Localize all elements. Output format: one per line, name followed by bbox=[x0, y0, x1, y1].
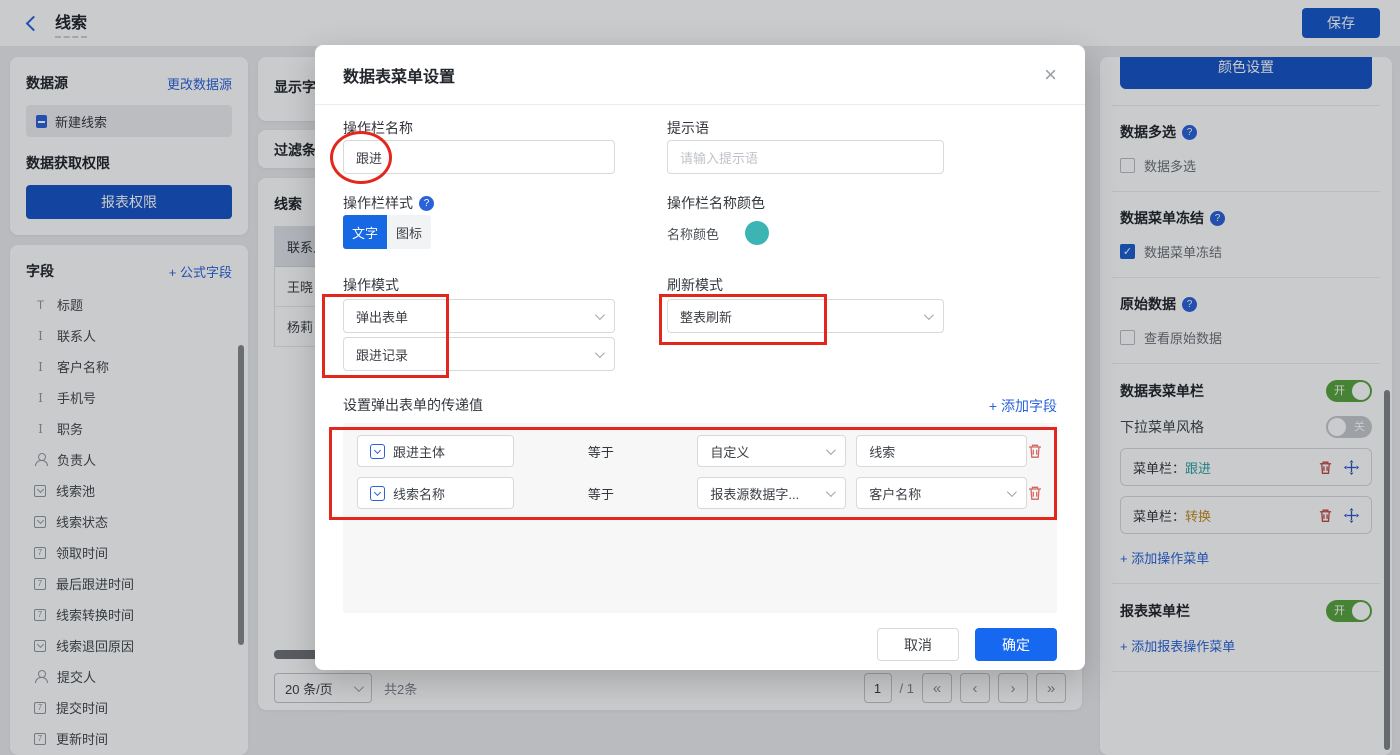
add-field-link[interactable]: + 添加字段 bbox=[989, 396, 1057, 416]
close-icon[interactable]: × bbox=[1044, 64, 1057, 86]
tip-label: 提示语 bbox=[667, 118, 709, 138]
style-icon-button[interactable]: 图标 bbox=[387, 215, 431, 249]
pass-value-row: 线索名称 等于 报表源数据字... 客户名称 bbox=[357, 477, 1043, 509]
action-name-label: 操作栏名称 bbox=[343, 118, 413, 138]
pass-field-value: 线索名称 bbox=[393, 484, 445, 503]
pass-value-text: 客户名称 bbox=[869, 484, 921, 503]
chevron-down-icon bbox=[1007, 487, 1017, 497]
pass-values-panel: 跟进主体 等于 自定义 线索 线索名称 等于 报表源数据字... 客 bbox=[343, 423, 1057, 613]
confirm-button[interactable]: 确定 bbox=[975, 628, 1057, 661]
pass-value-input[interactable]: 线索 bbox=[856, 435, 1027, 467]
style-text-button[interactable]: 文字 bbox=[343, 215, 387, 249]
op-mode-form-select[interactable]: 跟进记录 bbox=[343, 337, 615, 371]
source-type-value: 自定义 bbox=[710, 442, 749, 461]
refresh-mode-select[interactable]: 整表刷新 bbox=[667, 299, 944, 333]
source-type-select[interactable]: 自定义 bbox=[697, 435, 846, 467]
color-label: 操作栏名称颜色 bbox=[667, 193, 765, 213]
tip-placeholder: 请输入提示语 bbox=[680, 148, 758, 167]
name-color-row: 名称颜色 bbox=[667, 221, 769, 245]
source-type-value: 报表源数据字... bbox=[710, 484, 799, 503]
color-name-label: 名称颜色 bbox=[667, 224, 719, 243]
table-menu-settings-modal: 数据表菜单设置 × 操作栏名称 跟进 提示语 请输入提示语 操作栏样式 文字 图… bbox=[315, 45, 1085, 670]
trash-icon[interactable] bbox=[1027, 485, 1043, 501]
select-field-icon bbox=[370, 486, 385, 501]
action-name-input[interactable]: 跟进 bbox=[343, 140, 615, 174]
style-label: 操作栏样式 bbox=[343, 193, 413, 213]
op-mode-value: 弹出表单 bbox=[356, 307, 408, 326]
style-segmented-control: 文字 图标 bbox=[343, 215, 431, 249]
select-field-icon bbox=[370, 444, 385, 459]
help-icon[interactable] bbox=[419, 196, 434, 211]
chevron-down-icon bbox=[826, 487, 836, 497]
refresh-mode-label: 刷新模式 bbox=[667, 275, 723, 295]
color-swatch[interactable] bbox=[745, 221, 769, 245]
action-name-value: 跟进 bbox=[356, 148, 382, 167]
operator-label: 等于 bbox=[588, 484, 647, 503]
source-type-select[interactable]: 报表源数据字... bbox=[697, 477, 846, 509]
chevron-down-icon bbox=[595, 348, 605, 358]
op-mode-form-value: 跟进记录 bbox=[356, 345, 408, 364]
chevron-down-icon bbox=[595, 310, 605, 320]
pass-value-row: 跟进主体 等于 自定义 线索 bbox=[357, 435, 1043, 467]
chevron-down-icon bbox=[826, 445, 836, 455]
trash-icon[interactable] bbox=[1027, 443, 1043, 459]
pass-value-text: 线索 bbox=[869, 442, 895, 461]
style-label-row: 操作栏样式 bbox=[343, 193, 434, 213]
chevron-down-icon bbox=[924, 310, 934, 320]
pass-field-value: 跟进主体 bbox=[393, 442, 445, 461]
op-mode-select[interactable]: 弹出表单 bbox=[343, 299, 615, 333]
operator-label: 等于 bbox=[588, 442, 647, 461]
pass-value-select[interactable]: 客户名称 bbox=[856, 477, 1027, 509]
modal-title: 数据表菜单设置 bbox=[343, 63, 455, 87]
op-mode-label: 操作模式 bbox=[343, 275, 399, 295]
refresh-mode-value: 整表刷新 bbox=[680, 307, 732, 326]
pass-field-input[interactable]: 线索名称 bbox=[357, 477, 514, 509]
pass-values-label: 设置弹出表单的传递值 bbox=[343, 395, 483, 415]
pass-field-input[interactable]: 跟进主体 bbox=[357, 435, 514, 467]
cancel-button[interactable]: 取消 bbox=[877, 628, 959, 661]
tip-input[interactable]: 请输入提示语 bbox=[667, 140, 944, 174]
